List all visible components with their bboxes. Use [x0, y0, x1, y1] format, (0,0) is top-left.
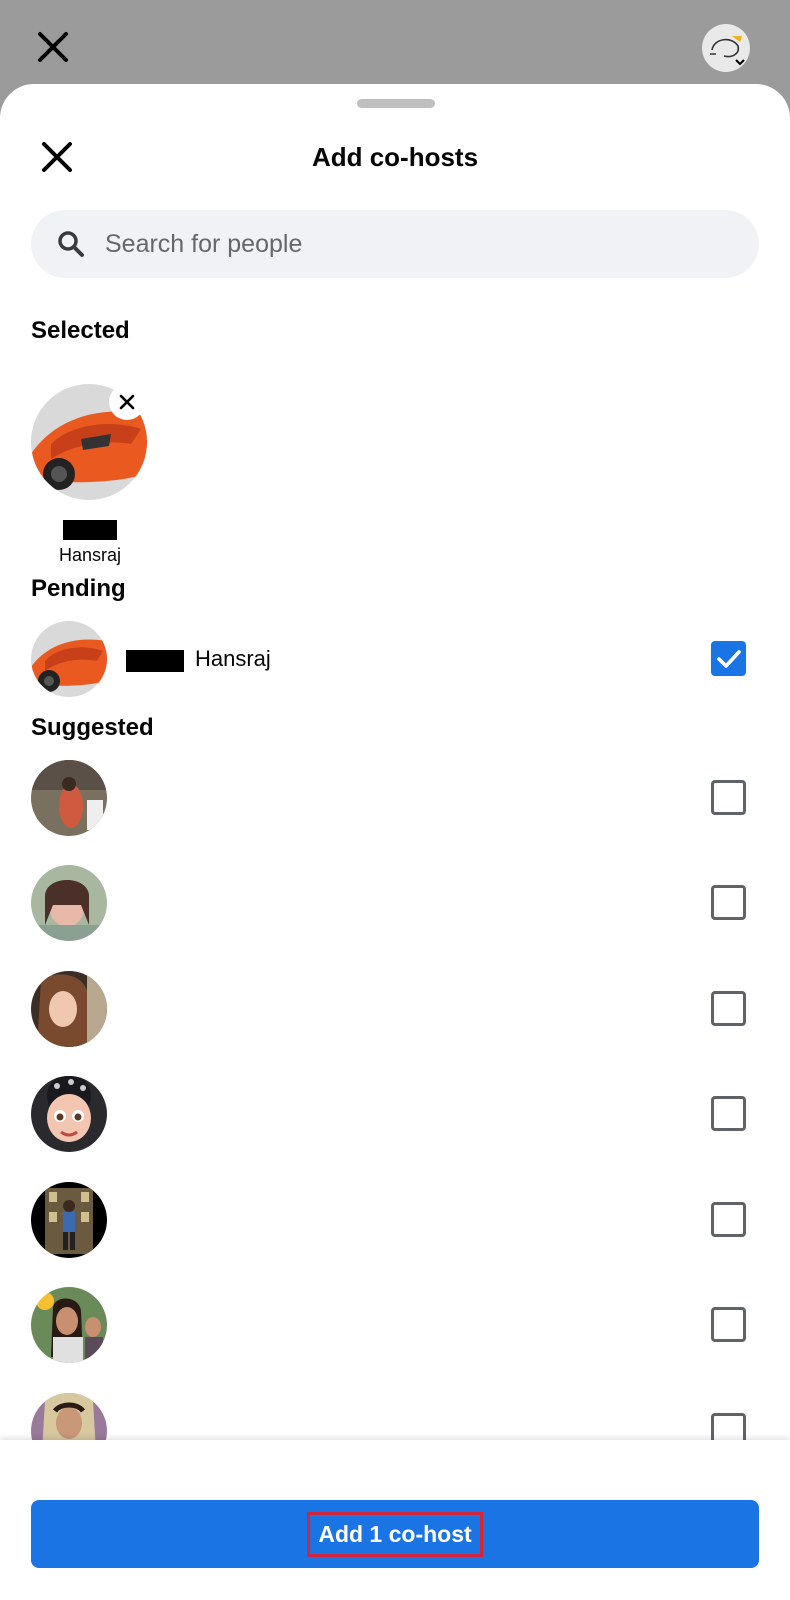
redacted-text [126, 650, 184, 672]
search-input[interactable] [105, 210, 725, 278]
suggested-person-row[interactable] [0, 1286, 790, 1364]
suggested-person-row[interactable] [0, 1075, 790, 1153]
suggested-checkbox[interactable] [711, 885, 746, 920]
add-cohost-button-label: Add 1 co-host [307, 1511, 483, 1557]
search-bar[interactable] [31, 210, 759, 278]
sheet-drag-handle[interactable] [357, 99, 435, 108]
background-header [0, 0, 790, 90]
close-icon[interactable] [36, 30, 70, 64]
suggested-person-row[interactable] [0, 864, 790, 942]
sheet-title: Add co-hosts [311, 142, 479, 172]
suggested-checkbox[interactable] [711, 1202, 746, 1237]
search-icon [58, 231, 84, 257]
avatar [31, 1287, 107, 1363]
pending-person-row[interactable]: Hansraj [0, 620, 790, 698]
section-heading-selected: Selected [31, 317, 130, 344]
avatar [31, 1182, 107, 1258]
suggested-checkbox[interactable] [711, 1307, 746, 1342]
profile-avatar[interactable] [702, 24, 750, 72]
suggested-checkbox[interactable] [711, 780, 746, 815]
add-cohosts-sheet: Add co-hosts Selected Hansraj [0, 84, 790, 1600]
redacted-text [63, 520, 117, 540]
section-heading-suggested: Suggested [31, 714, 154, 741]
checkmark-icon [716, 649, 741, 668]
close-icon [119, 394, 135, 410]
avatar [31, 760, 107, 836]
suggested-checkbox[interactable] [711, 1096, 746, 1131]
avatar [31, 621, 107, 697]
avatar [31, 1076, 107, 1152]
avatar-sketch-icon [710, 36, 745, 66]
avatar [31, 865, 107, 941]
footer-bar: Add 1 co-host [0, 1440, 790, 1600]
suggested-person-row[interactable] [0, 759, 790, 837]
add-cohost-button[interactable]: Add 1 co-host [31, 1500, 759, 1568]
remove-selected-button[interactable] [109, 384, 145, 420]
suggested-checkbox[interactable] [711, 991, 746, 1026]
pending-checkbox-checked[interactable] [711, 641, 746, 676]
suggested-person-row[interactable] [0, 1181, 790, 1259]
section-heading-pending: Pending [31, 575, 126, 602]
suggested-person-row[interactable] [0, 970, 790, 1048]
pending-person-name: Hansraj [195, 646, 271, 671]
avatar [31, 971, 107, 1047]
selected-person-name: Hansraj [58, 545, 122, 565]
